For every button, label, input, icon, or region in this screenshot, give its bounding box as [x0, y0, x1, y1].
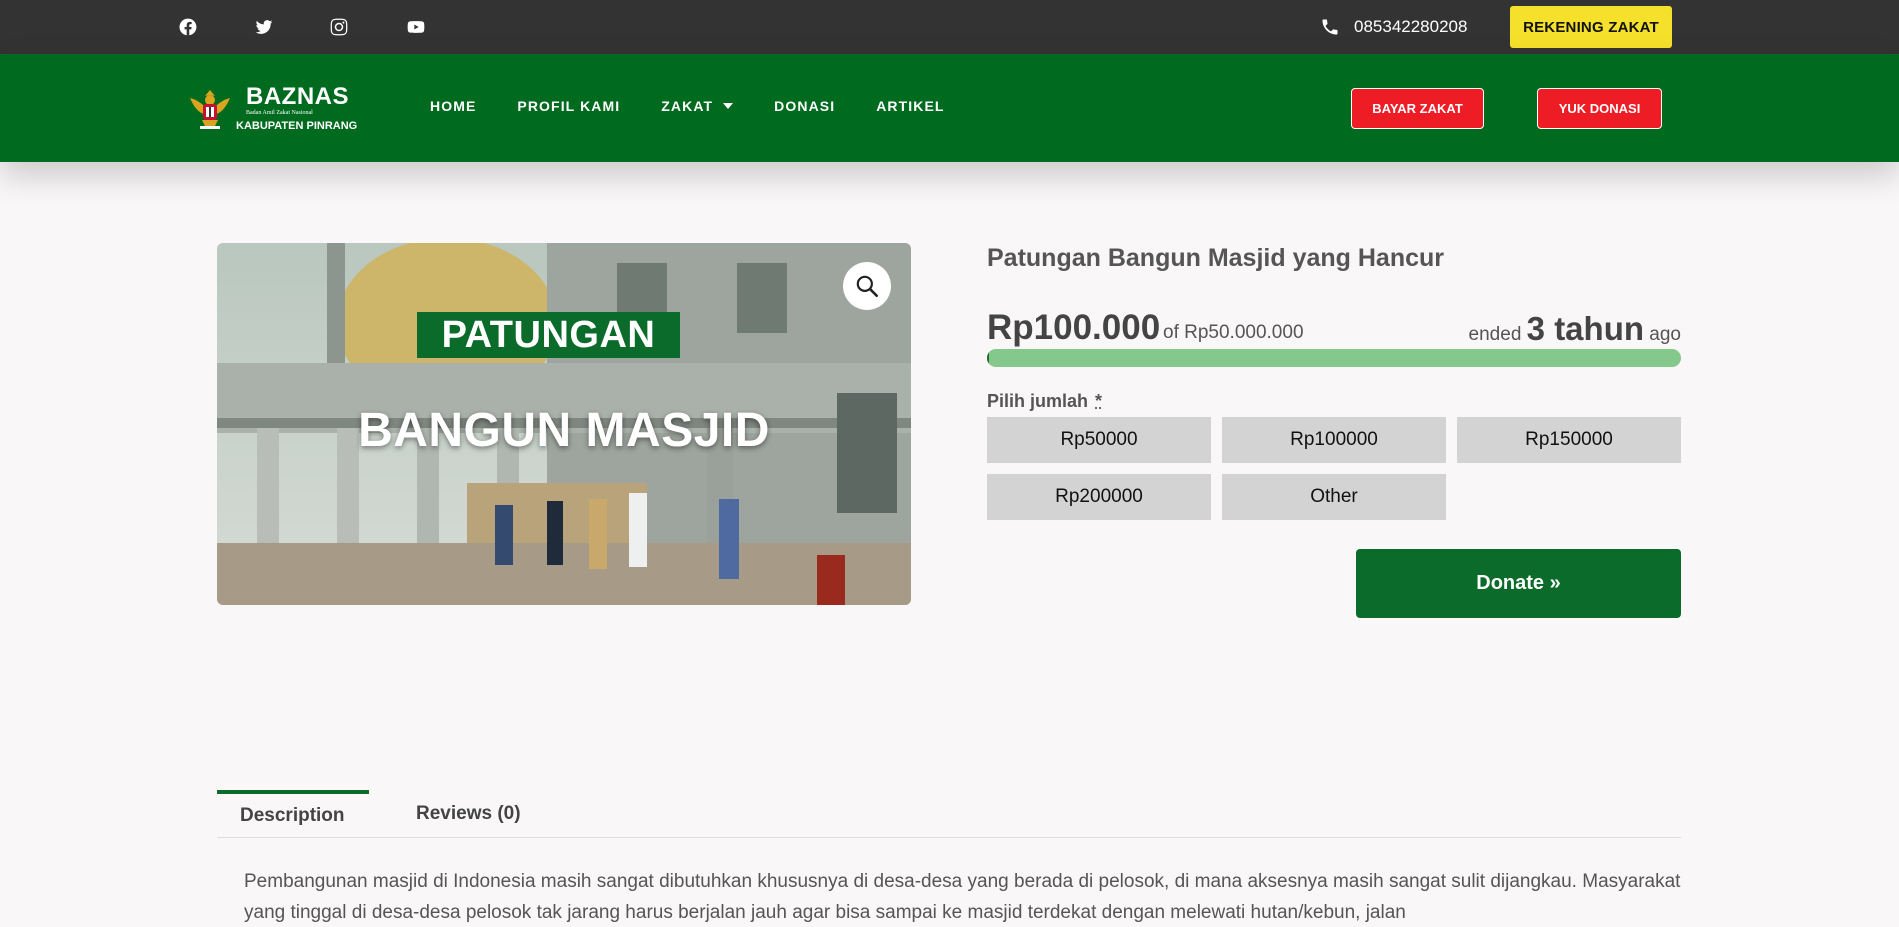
phone-number: 085342280208: [1354, 17, 1468, 36]
logo-subtitle: Badan Amil Zakat Nasional: [246, 110, 313, 116]
ended-value: 3 tahun: [1526, 310, 1645, 347]
nav-artikel[interactable]: ARTIKEL: [876, 98, 944, 114]
tabs-divider: [217, 837, 1681, 838]
phone-icon: [1322, 19, 1338, 35]
bayar-zakat-button[interactable]: BAYAR ZAKAT: [1351, 88, 1484, 129]
amount-option-200000[interactable]: Rp200000: [987, 474, 1211, 520]
main-header: BAZNAS Badan Amil Zakat Nasional KABUPAT…: [0, 54, 1899, 162]
phone-contact[interactable]: 085342280208: [1320, 15, 1467, 39]
facebook-icon[interactable]: [177, 16, 199, 38]
product-image[interactable]: PATUNGAN BANGUN MASJID: [217, 243, 911, 605]
nav-donasi[interactable]: DONASI: [774, 98, 835, 114]
amount-option-100000[interactable]: Rp100000: [1222, 417, 1446, 463]
zoom-button[interactable]: [843, 262, 891, 310]
chevron-down-icon: [723, 103, 734, 109]
ended-prefix: ended: [1468, 324, 1522, 345]
nav-home[interactable]: HOME: [430, 98, 476, 114]
baznas-logo[interactable]: BAZNAS Badan Amil Zakat Nasional KABUPAT…: [188, 84, 357, 134]
nav-profil-kami[interactable]: PROFIL KAMI: [517, 98, 620, 114]
choose-amount-text: Pilih jumlah: [987, 391, 1089, 411]
image-caption-patungan: PATUNGAN: [417, 312, 680, 358]
youtube-icon[interactable]: [405, 16, 427, 38]
logo-region: KABUPATEN PINRANG: [236, 120, 358, 132]
donate-button[interactable]: Donate »: [1356, 549, 1681, 618]
amount-option-50000[interactable]: Rp50000: [987, 417, 1211, 463]
main-nav: HOME PROFIL KAMI ZAKAT DONASI ARTIKEL: [430, 98, 945, 114]
garuda-emblem-icon: [188, 86, 232, 132]
funding-summary: Rp100.000 of Rp50.000.000 ended 3 tahun …: [987, 308, 1681, 348]
tab-description[interactable]: Description: [217, 790, 369, 837]
choose-amount-label: Pilih jumlah *: [987, 391, 1102, 412]
logo-title: BAZNAS: [246, 83, 349, 110]
ended-suffix: ago: [1649, 324, 1681, 345]
top-bar: 085342280208 REKENING ZAKAT: [0, 0, 1899, 54]
goal-amount: of Rp50.000.000: [1163, 322, 1304, 343]
rekening-zakat-button[interactable]: REKENING ZAKAT: [1510, 6, 1672, 48]
nav-zakat-label: ZAKAT: [661, 98, 714, 114]
instagram-icon[interactable]: [328, 16, 350, 38]
amount-option-other[interactable]: Other: [1222, 474, 1446, 520]
product-title: Patungan Bangun Masjid yang Hancur: [987, 244, 1444, 272]
product-description: Pembangunan masjid di Indonesia masih sa…: [244, 871, 1681, 923]
campaign-ended: ended 3 tahun ago: [1469, 310, 1681, 348]
funding-progress-fill: [987, 349, 990, 367]
tab-reviews[interactable]: Reviews (0): [416, 790, 521, 837]
raised-amount: Rp100.000: [987, 308, 1161, 347]
yuk-donasi-button[interactable]: YUK DONASI: [1537, 88, 1662, 129]
funding-progress-bar: [987, 349, 1681, 367]
twitter-icon[interactable]: [253, 16, 275, 38]
amount-option-150000[interactable]: Rp150000: [1457, 417, 1681, 463]
image-caption-bangun-masjid: BANGUN MASJID: [358, 404, 770, 457]
required-mark: *: [1095, 391, 1103, 411]
magnifier-icon: [856, 275, 879, 298]
nav-zakat[interactable]: ZAKAT: [661, 98, 734, 114]
